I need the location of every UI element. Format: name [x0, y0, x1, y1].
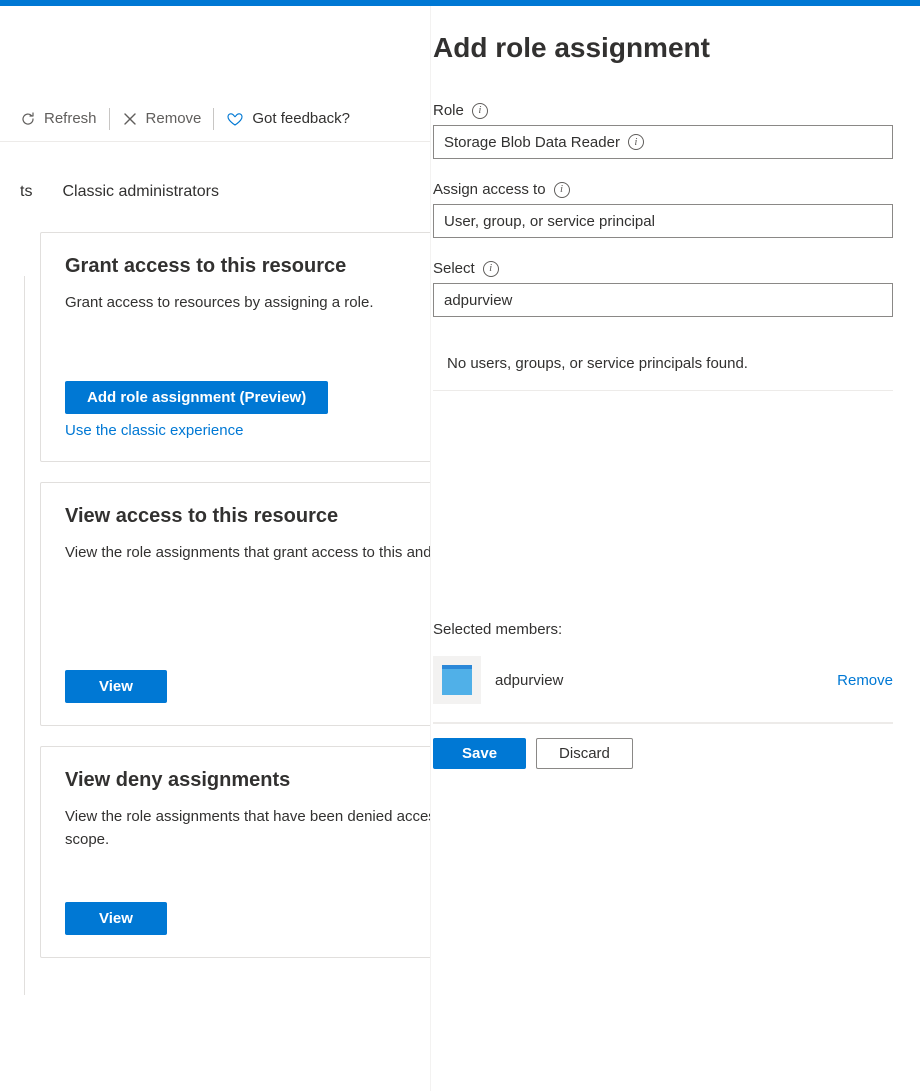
no-results-text: No users, groups, or service principals … [433, 331, 893, 391]
remove-member-link[interactable]: Remove [837, 672, 893, 689]
add-role-assignment-button[interactable]: Add role assignment (Preview) [65, 381, 328, 414]
role-dropdown[interactable]: Storage Blob Data Reader i [433, 125, 893, 159]
assign-access-field-label: Assign access to i [433, 181, 920, 198]
blade-title: Add role assignment [433, 32, 920, 94]
info-icon[interactable]: i [554, 182, 570, 198]
assign-access-value: User, group, or service principal [444, 213, 655, 230]
save-button[interactable]: Save [433, 738, 526, 769]
select-search-input[interactable] [444, 292, 882, 309]
refresh-label: Refresh [44, 110, 97, 127]
heart-icon [226, 110, 244, 128]
add-role-assignment-blade: Add role assignment Role i Storage Blob … [430, 6, 920, 1091]
refresh-button[interactable]: Refresh [8, 110, 109, 127]
view-button[interactable]: View [65, 902, 167, 935]
remove-label: Remove [146, 110, 202, 127]
discard-button[interactable]: Discard [536, 738, 633, 769]
role-field-label: Role i [433, 102, 920, 119]
member-avatar-icon [433, 656, 481, 704]
tab-classic-admins[interactable]: Classic administrators [44, 183, 236, 201]
feedback-button[interactable]: Got feedback? [214, 110, 362, 128]
info-icon[interactable]: i [472, 103, 488, 119]
select-label-text: Select [433, 260, 475, 277]
feedback-label: Got feedback? [252, 110, 350, 127]
role-value: Storage Blob Data Reader [444, 134, 620, 151]
assign-label-text: Assign access to [433, 181, 546, 198]
select-field-label: Select i [433, 260, 920, 277]
view-button[interactable]: View [65, 670, 167, 703]
member-name: adpurview [495, 672, 563, 689]
select-search-input-wrap[interactable] [433, 283, 893, 317]
info-icon[interactable]: i [628, 134, 644, 150]
blade-footer: Save Discard [433, 723, 893, 783]
left-divider [24, 276, 25, 995]
classic-experience-link[interactable]: Use the classic experience [65, 422, 243, 439]
selected-member-row: adpurview Remove [433, 638, 893, 723]
tab-partial[interactable]: ts [8, 183, 44, 201]
close-icon [122, 111, 138, 127]
info-icon[interactable]: i [483, 261, 499, 277]
remove-button[interactable]: Remove [110, 110, 214, 127]
selected-members-label: Selected members: [433, 621, 920, 638]
refresh-icon [20, 111, 36, 127]
role-label-text: Role [433, 102, 464, 119]
assign-access-dropdown[interactable]: User, group, or service principal [433, 204, 893, 238]
